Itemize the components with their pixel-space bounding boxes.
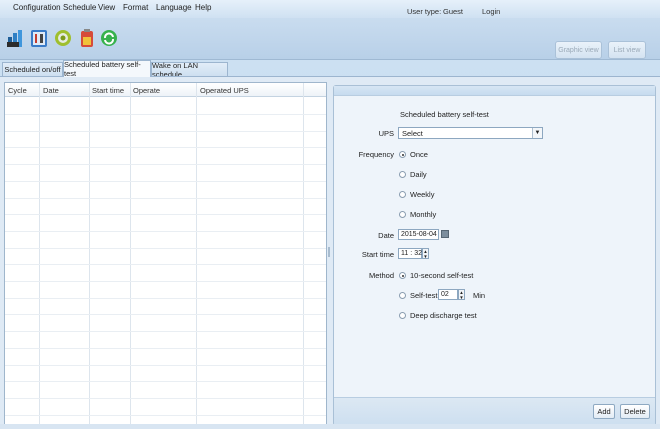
column-operate[interactable]: Operate [133, 86, 160, 95]
chevron-down-icon[interactable]: ▼ [532, 128, 542, 138]
column-date[interactable]: Date [43, 86, 59, 95]
table-row[interactable] [5, 180, 326, 182]
table-row[interactable] [5, 281, 326, 282]
self-test-minutes-value: 02 [441, 291, 449, 298]
table-row[interactable] [5, 197, 326, 199]
graphic-view-button[interactable]: Graphic view [555, 41, 602, 59]
ups-label: UPS [378, 129, 394, 138]
table-row[interactable] [5, 214, 326, 216]
frequency-monthly-radio[interactable] [399, 211, 406, 218]
battery-icon[interactable] [78, 28, 96, 48]
frequency-once-radio[interactable] [399, 151, 406, 158]
window-bottom-edge [0, 424, 660, 429]
self-test-minutes-field[interactable]: 02 [438, 289, 458, 300]
method-10-second-label[interactable]: 10-second self-test [410, 271, 473, 280]
menu-schedule[interactable]: Schedule [63, 3, 96, 12]
tab-wake-on-lan-schedule[interactable]: Wake on LAN schedule [151, 61, 228, 79]
column-cycle[interactable]: Cycle [8, 86, 27, 95]
table-row[interactable] [5, 114, 326, 115]
calendar-icon[interactable] [441, 230, 449, 238]
chart-icon[interactable] [7, 28, 25, 48]
start-time-field[interactable]: 11 : 32 [398, 248, 422, 259]
settings-tools-icon[interactable] [30, 28, 48, 48]
frequency-daily-label[interactable]: Daily [410, 170, 427, 179]
ups-select[interactable]: Select ▼ [398, 127, 543, 139]
column-divider [196, 83, 197, 424]
panel-footer: Add Delete [334, 397, 655, 425]
table-row[interactable] [5, 297, 326, 299]
date-value: 2015-08-04 [401, 231, 437, 238]
table-row[interactable] [5, 331, 326, 333]
refresh-icon[interactable] [100, 28, 118, 48]
self-test-unit: Min [473, 291, 486, 300]
method-self-test-radio[interactable] [399, 292, 406, 299]
table-row[interactable] [5, 414, 326, 416]
menu-format[interactable]: Format [123, 3, 148, 12]
column-operated-ups[interactable]: Operated UPS [200, 86, 249, 95]
column-divider [89, 83, 90, 424]
menu-view[interactable]: View [98, 3, 115, 12]
method-self-test-label[interactable]: Self-test [410, 291, 438, 300]
table-row[interactable] [5, 347, 326, 349]
column-divider [130, 83, 131, 424]
column-start-time[interactable]: Start time [92, 86, 124, 95]
method-10-second-radio[interactable] [399, 272, 406, 279]
self-test-minutes-stepper[interactable]: ▲ ▼ [458, 289, 465, 300]
schedule-table[interactable]: Cycle Date Start time Operate Operated U… [4, 82, 327, 425]
menu-bar: Configuration Schedule View Format Langu… [0, 0, 660, 18]
user-type-label: User type: [407, 7, 442, 16]
login-link[interactable]: Login [482, 7, 500, 16]
ups-select-value: Select [402, 128, 423, 138]
table-row[interactable] [5, 130, 326, 132]
list-view-button[interactable]: List view [608, 41, 646, 59]
date-field[interactable]: 2015-08-04 [398, 229, 439, 240]
start-time-minute: 32 [414, 250, 423, 257]
method-label: Method [368, 271, 394, 280]
form-title: Scheduled battery self-test [400, 110, 489, 119]
frequency-weekly-radio[interactable] [399, 191, 406, 198]
frequency-once-label[interactable]: Once [410, 150, 428, 159]
self-test-form-panel: Scheduled battery self-test UPS Select ▼… [333, 85, 656, 426]
column-divider [39, 83, 40, 424]
frequency-monthly-label[interactable]: Monthly [410, 210, 436, 219]
menu-language[interactable]: Language [156, 3, 192, 12]
tab-scheduled-battery-self-test[interactable]: Scheduled battery self-test [63, 60, 151, 78]
content-area: Cycle Date Start time Operate Operated U… [0, 77, 660, 429]
table-row[interactable] [5, 147, 326, 149]
table-row[interactable] [5, 264, 326, 266]
method-deep-discharge-label[interactable]: Deep discharge test [410, 311, 477, 320]
table-row[interactable] [5, 314, 326, 316]
gear-icon[interactable] [54, 28, 72, 48]
toolbar: Graphic view List view [0, 18, 660, 60]
frequency-weekly-label[interactable]: Weekly [410, 190, 434, 199]
delete-button[interactable]: Delete [620, 404, 650, 419]
start-time-hour: 11 [401, 250, 409, 257]
column-divider [303, 83, 304, 424]
user-type-value: Guest [443, 7, 464, 16]
table-row[interactable] [5, 381, 326, 383]
panel-header [334, 86, 655, 96]
table-row[interactable] [5, 364, 326, 366]
frequency-daily-radio[interactable] [399, 171, 406, 178]
menu-configuration[interactable]: Configuration [13, 3, 61, 12]
frequency-label: Frequency [358, 150, 394, 159]
menu-help[interactable]: Help [195, 3, 211, 12]
add-button[interactable]: Add [593, 404, 615, 419]
start-time-label: Start time [361, 250, 394, 259]
time-separator: : [410, 250, 413, 257]
start-time-stepper[interactable]: ▲ ▼ [422, 248, 429, 259]
table-row[interactable] [5, 164, 326, 166]
date-label: Date [378, 231, 394, 240]
table-row[interactable] [5, 247, 326, 249]
tab-scheduled-on-off[interactable]: Scheduled on/off [2, 62, 63, 76]
splitter-handle[interactable] [328, 247, 330, 257]
table-header: Cycle Date Start time Operate Operated U… [5, 83, 326, 97]
table-row[interactable] [5, 230, 326, 232]
method-deep-discharge-radio[interactable] [399, 312, 406, 319]
table-row[interactable] [5, 397, 326, 399]
